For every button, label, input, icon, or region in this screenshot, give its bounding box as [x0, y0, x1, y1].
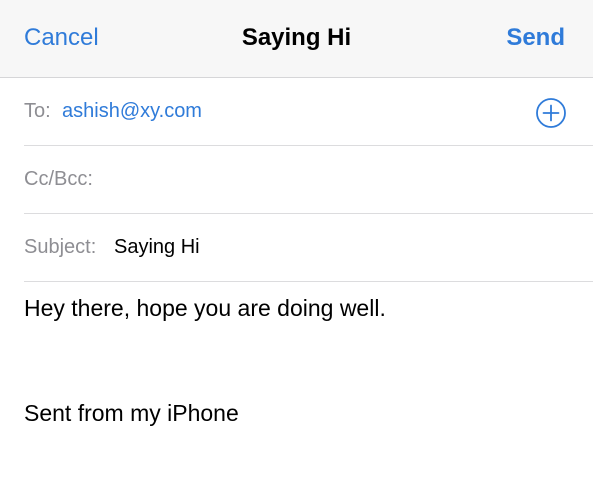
navigation-bar: Cancel Saying Hi Send — [0, 0, 593, 78]
recipient-token[interactable]: ashish@xy.com — [62, 98, 202, 124]
subject-value[interactable]: Saying Hi — [114, 234, 200, 260]
compose-mail-screen: Cancel Saying Hi Send To: ashish@xy.com … — [0, 0, 593, 487]
subject-label: Subject: — [24, 236, 97, 258]
message-body[interactable]: Hey there, hope you are doing well. Sent… — [24, 292, 569, 429]
cc-bcc-field-row[interactable]: Cc/Bcc: — [24, 146, 593, 214]
compose-title: Saying Hi — [241, 24, 352, 51]
subject-field-row[interactable]: Subject: Saying Hi — [24, 214, 593, 282]
to-label: To: — [24, 100, 51, 122]
message-text: Hey there, hope you are doing well. — [24, 295, 386, 321]
send-button[interactable]: Send — [506, 22, 565, 54]
cc-bcc-input[interactable] — [106, 160, 570, 200]
add-contact-icon[interactable] — [535, 97, 567, 129]
to-field-row[interactable]: To: ashish@xy.com — [24, 78, 593, 146]
cc-bcc-label: Cc/Bcc: — [24, 168, 93, 190]
signature-text: Sent from my iPhone — [24, 400, 239, 426]
